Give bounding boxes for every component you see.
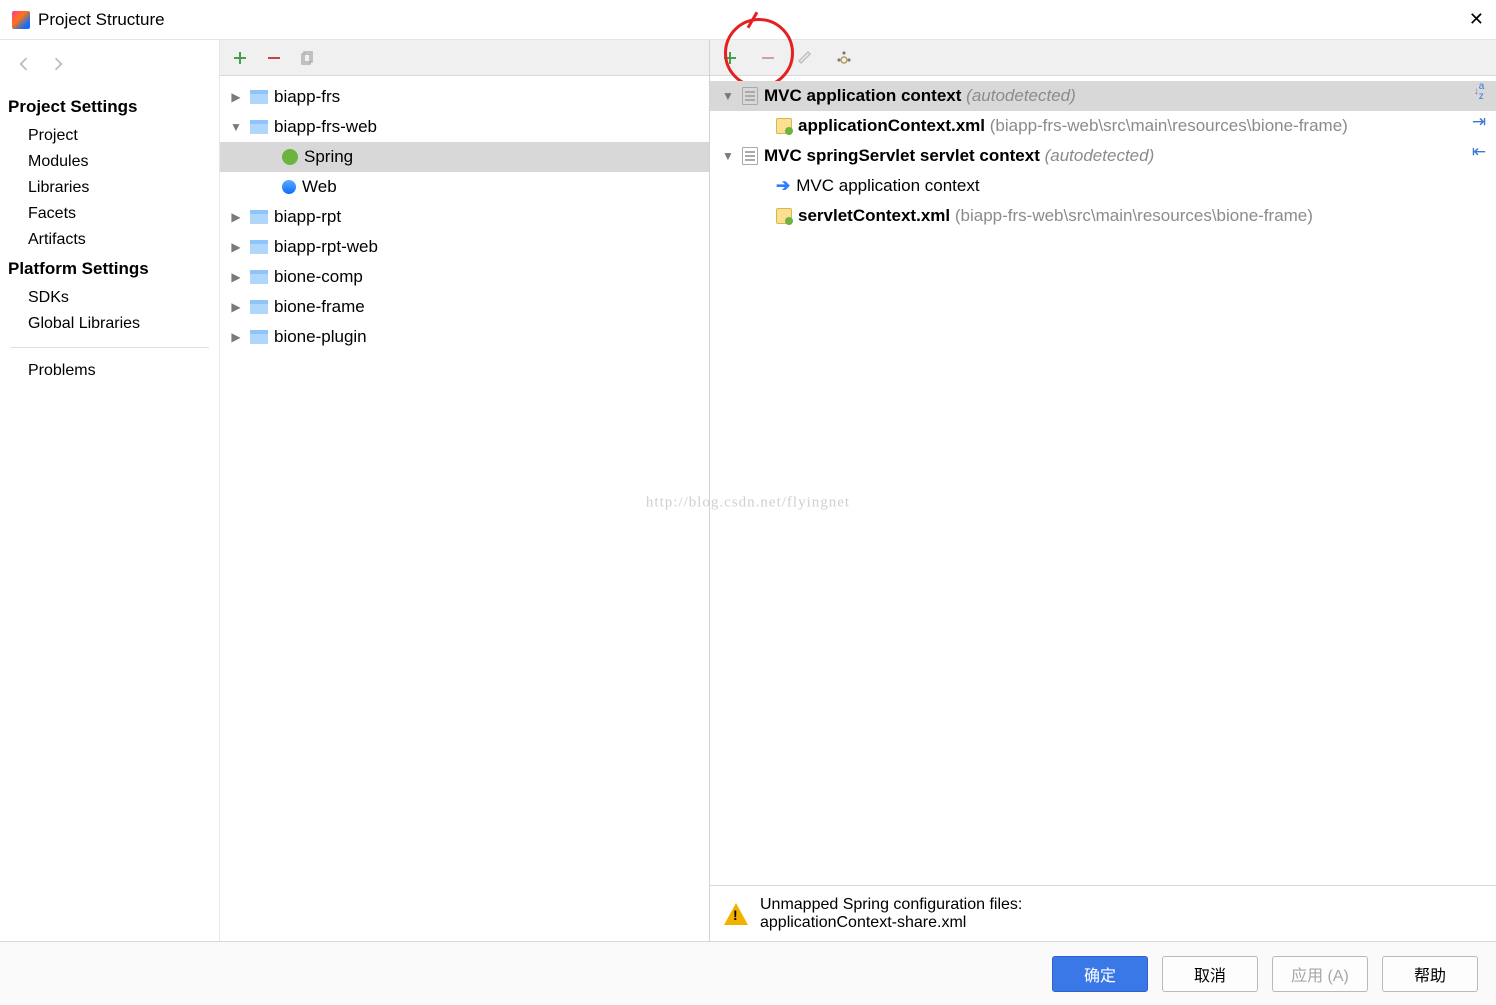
page-icon (742, 87, 758, 105)
chevron-down-icon[interactable]: ▼ (720, 89, 736, 103)
module-label: biapp-frs-web (274, 117, 377, 137)
xml-icon (776, 118, 792, 134)
app-icon (12, 11, 30, 29)
chevron-right-icon[interactable]: ▶ (228, 300, 244, 314)
sidebar-item-sdks[interactable]: SDKs (0, 285, 219, 311)
chevron-right-icon[interactable]: ▶ (228, 330, 244, 344)
module-row[interactable]: ▶ biapp-rpt (220, 202, 709, 232)
titlebar: Project Structure ✕ (0, 0, 1496, 40)
context-row[interactable]: ▼ MVC application context (autodetected) (710, 81, 1496, 111)
modules-toolbar (220, 40, 709, 76)
module-row[interactable]: ▶ bione-comp (220, 262, 709, 292)
context-label: servletContext.xml (biapp-frs-web\src\ma… (798, 206, 1313, 226)
warning-text: Unmapped Spring configuration files: app… (760, 896, 1022, 932)
expand-icon[interactable]: ⇥ (1468, 111, 1490, 133)
module-row[interactable]: Web (220, 172, 709, 202)
sidebar-item-libraries[interactable]: Libraries (0, 175, 219, 201)
module-label: biapp-rpt (274, 207, 341, 227)
context-tree[interactable]: ↓az ⇥ ⇤ ▼ MVC application context (autode… (710, 76, 1496, 885)
arrow-icon: ➔ (776, 176, 790, 196)
spring-icon (282, 149, 298, 165)
sidebar-item-facets[interactable]: Facets (0, 201, 219, 227)
sidebar-item-artifacts[interactable]: Artifacts (0, 227, 219, 253)
sidebar-item-modules[interactable]: Modules (0, 149, 219, 175)
warning-bar: Unmapped Spring configuration files: app… (710, 885, 1496, 941)
context-label: applicationContext.xml (biapp-frs-web\sr… (798, 116, 1348, 136)
context-row[interactable]: applicationContext.xml (biapp-frs-web\sr… (710, 111, 1496, 141)
settings-context-button[interactable] (834, 48, 854, 68)
sidebar-divider (10, 347, 209, 348)
module-row[interactable]: ▶ bione-frame (220, 292, 709, 322)
chevron-right-icon[interactable]: ▶ (228, 240, 244, 254)
remove-module-button[interactable] (264, 48, 284, 68)
module-label: bione-frame (274, 297, 365, 317)
folder-icon (250, 300, 268, 314)
context-label: MVC application context (autodetected) (764, 86, 1076, 106)
sidebar: Project Settings Project Modules Librari… (0, 40, 220, 941)
module-row[interactable]: ▼ biapp-frs-web (220, 112, 709, 142)
chevron-right-icon[interactable]: ▶ (228, 90, 244, 104)
chevron-right-icon[interactable]: ▶ (228, 270, 244, 284)
section-platform-settings: Platform Settings (0, 253, 219, 285)
xml-icon (776, 208, 792, 224)
nav-fwd-icon[interactable] (48, 54, 68, 79)
web-icon (282, 180, 296, 194)
chevron-right-icon[interactable]: ▶ (228, 210, 244, 224)
module-row[interactable]: ▶ biapp-frs (220, 82, 709, 112)
folder-icon (250, 270, 268, 284)
add-module-button[interactable] (230, 48, 250, 68)
folder-icon (250, 240, 268, 254)
copy-module-button[interactable] (298, 48, 318, 68)
apply-button[interactable]: 应用 (A) (1272, 956, 1368, 992)
close-icon[interactable]: ✕ (1469, 9, 1484, 30)
module-label: bione-comp (274, 267, 363, 287)
module-label: biapp-frs (274, 87, 340, 107)
chevron-down-icon[interactable]: ▼ (720, 149, 736, 163)
side-actions: ↓az ⇥ ⇤ (1468, 81, 1490, 163)
chevron-down-icon[interactable]: ▼ (228, 120, 244, 134)
context-toolbar (710, 40, 1496, 76)
ok-button[interactable]: 确定 (1052, 956, 1148, 992)
folder-icon (250, 330, 268, 344)
folder-icon (250, 210, 268, 224)
module-row[interactable]: ▶ bione-plugin (220, 322, 709, 352)
edit-context-button[interactable] (796, 48, 816, 68)
folder-icon (250, 120, 268, 134)
module-label: biapp-rpt-web (274, 237, 378, 257)
section-project-settings: Project Settings (0, 91, 219, 123)
help-button[interactable]: 帮助 (1382, 956, 1478, 992)
details-panel: ↓az ⇥ ⇤ ▼ MVC application context (autode… (710, 40, 1496, 941)
page-icon (742, 147, 758, 165)
add-context-button[interactable] (720, 48, 740, 68)
footer: 确定 取消 应用 (A) 帮助 (0, 941, 1496, 1005)
context-row[interactable]: servletContext.xml (biapp-frs-web\src\ma… (710, 201, 1496, 231)
cancel-button[interactable]: 取消 (1162, 956, 1258, 992)
context-row[interactable]: ➔ MVC application context (710, 171, 1496, 201)
remove-context-button[interactable] (758, 48, 778, 68)
sidebar-item-global-libraries[interactable]: Global Libraries (0, 311, 219, 337)
sort-icon[interactable]: ↓az (1468, 81, 1490, 103)
folder-icon (250, 90, 268, 104)
collapse-icon[interactable]: ⇤ (1468, 141, 1490, 163)
context-row[interactable]: ▼ MVC springServlet servlet context (auto… (710, 141, 1496, 171)
context-label: MVC application context (796, 176, 979, 196)
module-label: Web (302, 177, 337, 197)
window-title: Project Structure (38, 10, 165, 30)
warning-icon (724, 903, 748, 925)
module-tree[interactable]: ▶ biapp-frs ▼ biapp-frs-web Spring Web ▶ biapp-… (220, 76, 709, 941)
sidebar-item-project[interactable]: Project (0, 123, 219, 149)
module-row[interactable]: ▶ biapp-rpt-web (220, 232, 709, 262)
module-label: bione-plugin (274, 327, 367, 347)
nav-back-icon[interactable] (14, 54, 34, 79)
module-label: Spring (304, 147, 353, 167)
modules-panel: ▶ biapp-frs ▼ biapp-frs-web Spring Web ▶ biapp-… (220, 40, 710, 941)
context-label: MVC springServlet servlet context (autod… (764, 146, 1154, 166)
module-row[interactable]: Spring (220, 142, 709, 172)
sidebar-item-problems[interactable]: Problems (0, 358, 219, 384)
